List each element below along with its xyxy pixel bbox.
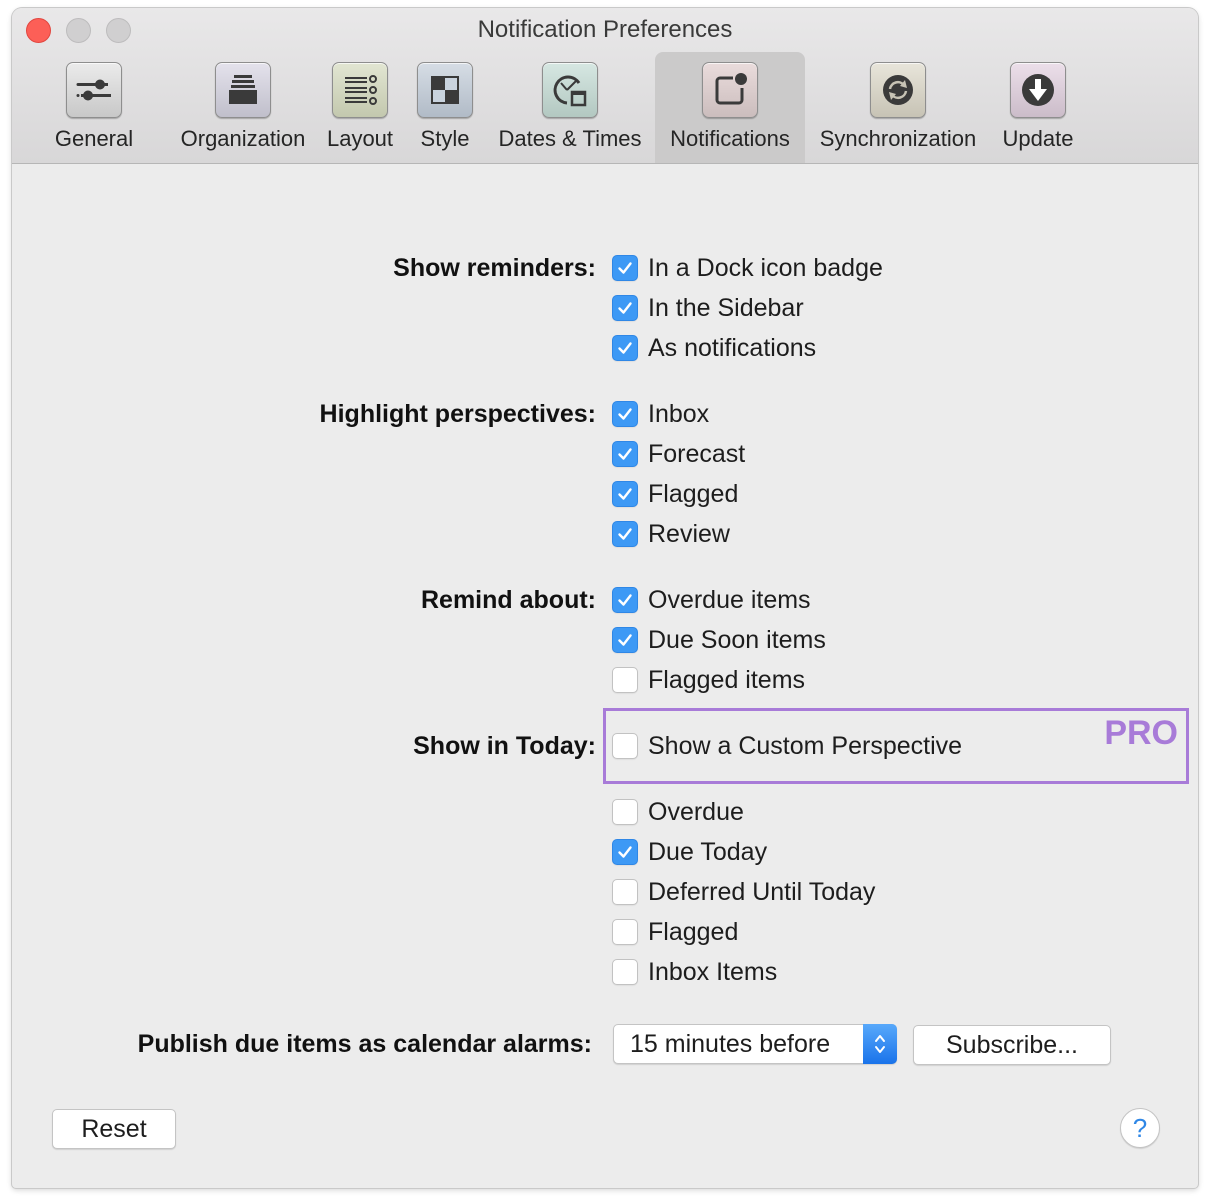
checkmark-icon [618, 262, 632, 274]
alarm-time-value: 15 minutes before [630, 1030, 831, 1058]
checkbox-box[interactable] [612, 441, 638, 467]
checkbox-custom-perspective[interactable]: Show a Custom Perspective [612, 731, 962, 761]
notification-badge-icon [702, 62, 758, 118]
checkbox-box[interactable] [612, 295, 638, 321]
preferences-window: Notification Preferences General Organiz… [12, 8, 1198, 1188]
tab-layout-label: Layout [326, 126, 394, 151]
checkbox-today-flagged[interactable]: Flagged [612, 917, 738, 947]
title-bar: Notification Preferences General Organiz… [12, 8, 1198, 164]
list-columns-icon [332, 62, 388, 118]
download-arrow-icon [1010, 62, 1066, 118]
tab-notifications-label: Notifications [670, 126, 790, 151]
checkbox-today-deferred[interactable]: Deferred Until Today [612, 877, 875, 907]
checkbox-sidebar[interactable]: In the Sidebar [612, 293, 804, 323]
checkbox-today-overdue[interactable]: Overdue [612, 797, 744, 827]
checkbox-label: Review [648, 519, 730, 548]
up-down-chevron-icon[interactable] [863, 1024, 897, 1064]
checkbox-overdue-items[interactable]: Overdue items [612, 585, 811, 615]
sync-icon [870, 62, 926, 118]
checkbox-label: Forecast [648, 439, 746, 468]
tab-organization[interactable]: Organization [172, 52, 314, 163]
checkbox-due-soon-items[interactable]: Due Soon items [612, 625, 826, 655]
tab-style[interactable]: Style [408, 52, 482, 163]
checkbox-label: In the Sidebar [648, 293, 804, 322]
tab-layout[interactable]: Layout [320, 52, 400, 163]
sliders-icon [66, 62, 122, 118]
tab-general-label: General [54, 126, 134, 151]
checkbox-label: Due Soon items [648, 625, 826, 654]
alarm-time-popup[interactable]: 15 minutes before [613, 1024, 897, 1064]
checkbox-label: Overdue [648, 797, 744, 826]
checkmark-icon [618, 488, 632, 500]
checkbox-today-inbox-items[interactable]: Inbox Items [612, 957, 777, 987]
checkbox-box[interactable] [612, 335, 638, 361]
checkbox-highlight-flagged[interactable]: Flagged [612, 479, 738, 509]
checkbox-label: Overdue items [648, 585, 811, 614]
tab-update-label: Update [1002, 126, 1074, 151]
checkmark-icon [618, 528, 632, 540]
checkbox-label: Flagged items [648, 665, 806, 694]
checkbox-label: Due Today [648, 837, 768, 866]
checkbox-box[interactable] [612, 521, 638, 547]
checkbox-box[interactable] [612, 255, 638, 281]
tab-update[interactable]: Update [994, 52, 1082, 163]
show-in-today-label: Show in Today: [413, 732, 596, 760]
checkbox-box[interactable] [612, 959, 638, 985]
clock-calendar-icon [542, 62, 598, 118]
checkbox-box[interactable] [612, 799, 638, 825]
checkmark-icon [618, 302, 632, 314]
tab-general[interactable]: General [46, 52, 142, 163]
highlight-perspectives-label: Highlight perspectives: [319, 400, 596, 428]
checkbox-label: Flagged [648, 479, 739, 508]
checkbox-label: Inbox [648, 399, 710, 428]
checkbox-label: Show a Custom Perspective [648, 731, 963, 760]
checkmark-icon [618, 846, 632, 858]
reset-button[interactable]: Reset [52, 1109, 176, 1149]
checkbox-box[interactable] [612, 667, 638, 693]
checkbox-box[interactable] [612, 879, 638, 905]
checkbox-as-notifications[interactable]: As notifications [612, 333, 816, 363]
checkbox-flagged-items[interactable]: Flagged items [612, 665, 805, 695]
checkbox-highlight-forecast[interactable]: Forecast [612, 439, 745, 469]
checkbox-label: Flagged [648, 917, 739, 946]
checkbox-label: In a Dock icon badge [648, 253, 883, 282]
checkmark-icon [618, 594, 632, 606]
pro-badge: PRO [1104, 714, 1178, 752]
checkbox-highlight-review[interactable]: Review [612, 519, 730, 549]
checkbox-box[interactable] [612, 401, 638, 427]
checkbox-box[interactable] [612, 627, 638, 653]
checkbox-highlight-inbox[interactable]: Inbox [612, 399, 709, 429]
tab-synchronization-label: Synchronization [819, 126, 977, 151]
checkbox-box[interactable] [612, 481, 638, 507]
publish-alarms-label: Publish due items as calendar alarms: [137, 1030, 592, 1058]
subscribe-button[interactable]: Subscribe... [913, 1025, 1111, 1065]
tab-style-label: Style [420, 126, 470, 151]
checkbox-box[interactable] [612, 587, 638, 613]
tab-dates-times-label: Dates & Times [498, 126, 642, 151]
stacked-trays-icon [215, 62, 271, 118]
checkmark-icon [618, 342, 632, 354]
checkbox-label: Inbox Items [648, 957, 778, 986]
tab-synchronization[interactable]: Synchronization [810, 52, 986, 163]
checkerboard-icon [417, 62, 473, 118]
tab-dates-times[interactable]: Dates & Times [490, 52, 650, 163]
checkbox-dock-badge[interactable]: In a Dock icon badge [612, 253, 883, 283]
checkbox-box[interactable] [612, 919, 638, 945]
preferences-toolbar: General Organization Layout Style Dates … [12, 52, 1198, 163]
checkbox-box[interactable] [612, 733, 638, 759]
remind-about-label: Remind about: [421, 586, 596, 614]
show-reminders-label: Show reminders: [393, 254, 596, 282]
checkmark-icon [618, 634, 632, 646]
checkbox-today-due-today[interactable]: Due Today [612, 837, 767, 867]
checkmark-icon [618, 408, 632, 420]
checkbox-label: Deferred Until Today [648, 877, 876, 906]
tab-notifications[interactable]: Notifications [655, 52, 805, 163]
checkbox-box[interactable] [612, 839, 638, 865]
help-button[interactable]: ? [1120, 1108, 1160, 1148]
notification-settings-panel: Show reminders: In a Dock icon badge In … [12, 164, 1198, 1188]
checkbox-label: As notifications [648, 333, 817, 362]
window-title: Notification Preferences [477, 16, 733, 43]
tab-organization-label: Organization [180, 126, 306, 151]
checkmark-icon [618, 448, 632, 460]
